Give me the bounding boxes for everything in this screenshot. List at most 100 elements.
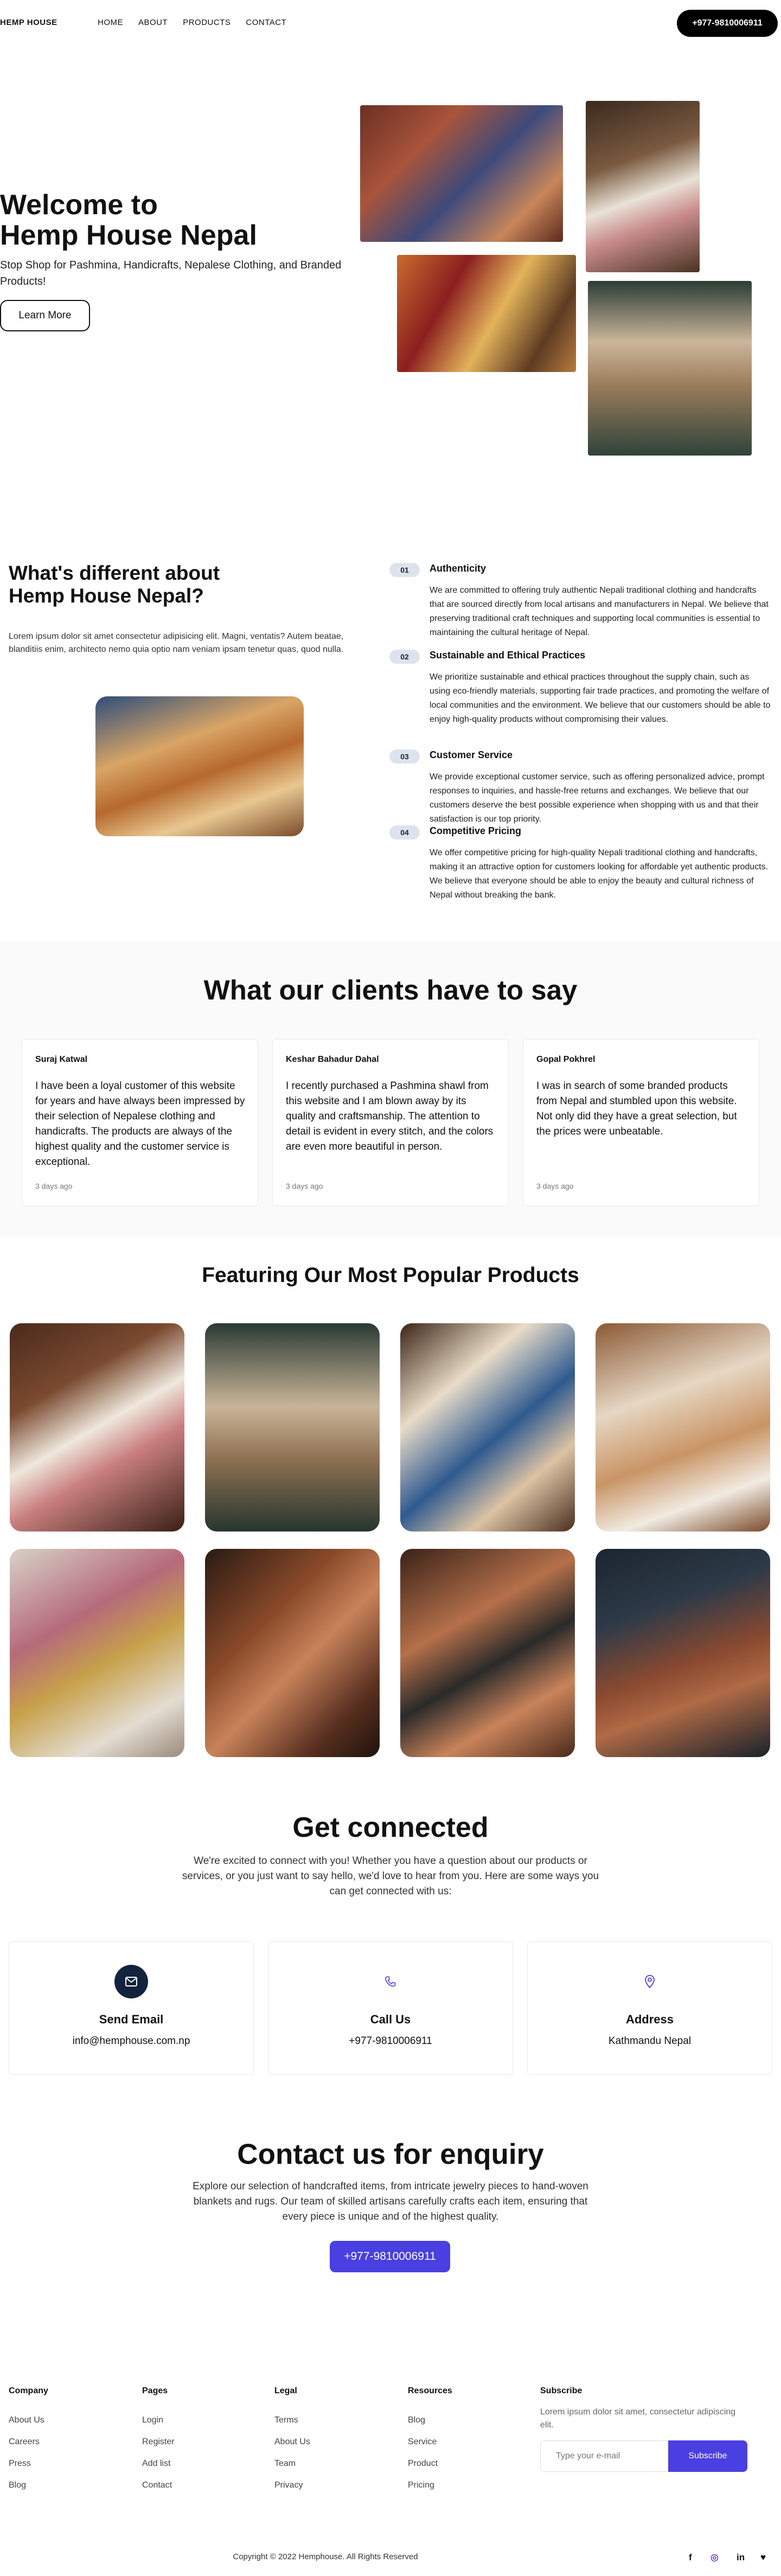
footer-col-legal: Legal Terms About Us Team Privacy <box>274 2386 310 2490</box>
hero-image-macrame <box>588 281 752 456</box>
feature-title: Customer Service <box>430 749 513 760</box>
enquiry-title: Contact us for enquiry <box>237 2138 544 2170</box>
footer-link[interactable]: Register <box>142 2437 175 2447</box>
subscribe-heading: Subscribe <box>540 2386 582 2395</box>
contact-card-call[interactable]: Call Us +977-9810006911 <box>268 1941 513 2075</box>
hero-image-artisans <box>360 105 563 242</box>
feature-number: 04 <box>389 825 420 840</box>
twitter-icon[interactable]: ♥ <box>760 2552 766 2563</box>
connect-text: We're excited to connect with you! Wheth… <box>182 1855 599 1897</box>
contact-card-value[interactable]: +977-9810006911 <box>268 2035 513 2047</box>
testimonial-text: I recently purchased a Pashmina shawl fr… <box>286 1080 494 1152</box>
instagram-icon[interactable]: ◎ <box>710 2552 719 2563</box>
product-painted-bag[interactable] <box>10 1323 184 1531</box>
testimonial-text: I have been a loyal customer of this web… <box>35 1080 245 1168</box>
facebook-icon[interactable]: f <box>689 2552 692 2563</box>
contact-card-value[interactable]: info@hemphouse.com.np <box>9 2035 253 2047</box>
hero-subtitle: Stop Shop for Pashmina, Handicrafts, Nep… <box>0 259 342 287</box>
footer-col-company: Company About Us Careers Press Blog <box>9 2386 48 2490</box>
product-leather-rolls[interactable] <box>205 1549 380 1757</box>
feature-description: We are committed to offering truly authe… <box>430 586 769 637</box>
feature-title: Sustainable and Ethical Practices <box>430 650 586 661</box>
testimonial-time: 3 days ago <box>536 1182 574 1190</box>
feature-number: 03 <box>389 749 420 764</box>
feature-pricing: 04 Competitive Pricing We offer competit… <box>389 825 781 901</box>
feature-number: 01 <box>389 563 420 577</box>
testimonial-name: Suraj Katwal <box>35 1055 88 1064</box>
footer-link[interactable]: Press <box>9 2459 48 2469</box>
contact-card-title: Address <box>625 2013 674 2026</box>
footer-link[interactable]: Privacy <box>274 2481 310 2490</box>
feature-authenticity: 01 Authenticity We are committed to offe… <box>389 563 781 637</box>
testimonial-card: Gopal Pokhrel I was in search of some br… <box>523 1039 759 1206</box>
feature-number: 02 <box>389 650 420 664</box>
footer-link[interactable]: Pricing <box>408 2481 452 2490</box>
footer-heading: Resources <box>408 2386 452 2395</box>
footer-link[interactable]: Contact <box>142 2481 175 2490</box>
feature-customer-service: 03 Customer Service We provide exception… <box>389 749 781 824</box>
subscribe-text: Lorem ipsum dolor sit amet, consectetur … <box>540 2407 736 2430</box>
product-perfume[interactable] <box>10 1549 184 1757</box>
hero-image-painted-bag <box>586 101 700 272</box>
footer-link[interactable]: Terms <box>274 2415 310 2425</box>
contact-card-value: Kathmandu Nepal <box>608 2035 692 2047</box>
testimonial-card: Suraj Katwal I have been a loyal custome… <box>22 1039 258 1206</box>
footer-link[interactable]: Login <box>142 2415 175 2425</box>
different-text: Lorem ipsum dolor sit amet consectetur a… <box>9 632 344 654</box>
contact-card-address[interactable]: Address Kathmandu Nepal <box>527 1941 772 2075</box>
feature-sustainable: 02 Sustainable and Ethical Practices We … <box>389 650 781 726</box>
footer-link[interactable]: Blog <box>408 2415 452 2425</box>
footer-link[interactable]: Service <box>408 2437 452 2447</box>
subscribe-button[interactable]: Subscribe <box>668 2440 747 2472</box>
footer-link[interactable]: About Us <box>9 2415 48 2425</box>
enquiry-call-button[interactable]: +977-9810006911 <box>330 2241 450 2272</box>
footer-col-pages: Pages Login Register Add list Contact <box>142 2386 175 2490</box>
product-ceramics[interactable] <box>400 1323 575 1531</box>
product-leather-wallets[interactable] <box>400 1549 575 1757</box>
testimonial-time: 3 days ago <box>286 1182 323 1190</box>
nav-about[interactable]: ABOUT <box>138 18 168 27</box>
hero-title-line2: Hemp House Nepal <box>0 220 257 251</box>
hero-image-baskets <box>397 255 576 372</box>
testimonial-text: I was in search of some branded products… <box>536 1080 737 1137</box>
hero-title-line1: Welcome to <box>0 189 158 221</box>
product-leather-passport[interactable] <box>596 1549 770 1757</box>
phone-button[interactable]: +977-9810006911 <box>677 10 778 37</box>
feature-description: We offer competitive pricing for high-qu… <box>430 848 769 900</box>
contact-card-email[interactable]: Send Email info@hemphouse.com.np <box>9 1941 254 2075</box>
footer-link[interactable]: Careers <box>9 2437 48 2447</box>
footer-link[interactable]: Product <box>408 2459 452 2469</box>
footer-link[interactable]: About Us <box>274 2437 310 2447</box>
footer-heading: Legal <box>274 2386 297 2395</box>
main-nav: HOME ABOUT PRODUCTS CONTACT <box>98 18 286 27</box>
product-macrame[interactable] <box>205 1323 380 1531</box>
footer-link[interactable]: Team <box>274 2459 310 2469</box>
weaving-image <box>95 696 304 836</box>
contact-card-title: Call Us <box>370 2013 411 2026</box>
nav-home[interactable]: HOME <box>98 18 123 27</box>
contact-card-title: Send Email <box>99 2013 164 2026</box>
footer-link[interactable]: Blog <box>9 2481 48 2490</box>
mail-icon <box>114 1965 148 1998</box>
location-pin-icon <box>633 1965 667 1998</box>
testimonial-card: Keshar Bahadur Dahal I recently purchase… <box>272 1039 509 1206</box>
product-rattan-decor[interactable] <box>596 1323 770 1531</box>
learn-more-button[interactable]: Learn More <box>0 300 90 331</box>
nav-contact[interactable]: CONTACT <box>246 18 286 27</box>
different-title: What's different about Hemp House Nepal? <box>9 562 220 607</box>
email-subscribe-input[interactable]: Type your e-mail <box>540 2440 670 2472</box>
hero-title: Welcome to Hemp House Nepal <box>0 190 304 251</box>
testimonials-title: What our clients have to say <box>203 975 578 1005</box>
feature-title: Competitive Pricing <box>430 825 522 836</box>
footer-heading: Pages <box>142 2386 168 2395</box>
testimonial-name: Keshar Bahadur Dahal <box>286 1055 379 1064</box>
footer-link[interactable]: Add list <box>142 2459 175 2469</box>
connect-title: Get connected <box>292 1812 489 1843</box>
feature-description: We provide exceptional customer service,… <box>430 772 765 824</box>
testimonial-name: Gopal Pokhrel <box>536 1055 596 1064</box>
testimonial-time: 3 days ago <box>35 1182 73 1190</box>
footer-col-resources: Resources Blog Service Product Pricing <box>408 2386 452 2490</box>
brand-logo[interactable]: HEMP HOUSE <box>0 18 57 27</box>
linkedin-icon[interactable]: in <box>737 2552 745 2563</box>
nav-products[interactable]: PRODUCTS <box>183 18 231 27</box>
